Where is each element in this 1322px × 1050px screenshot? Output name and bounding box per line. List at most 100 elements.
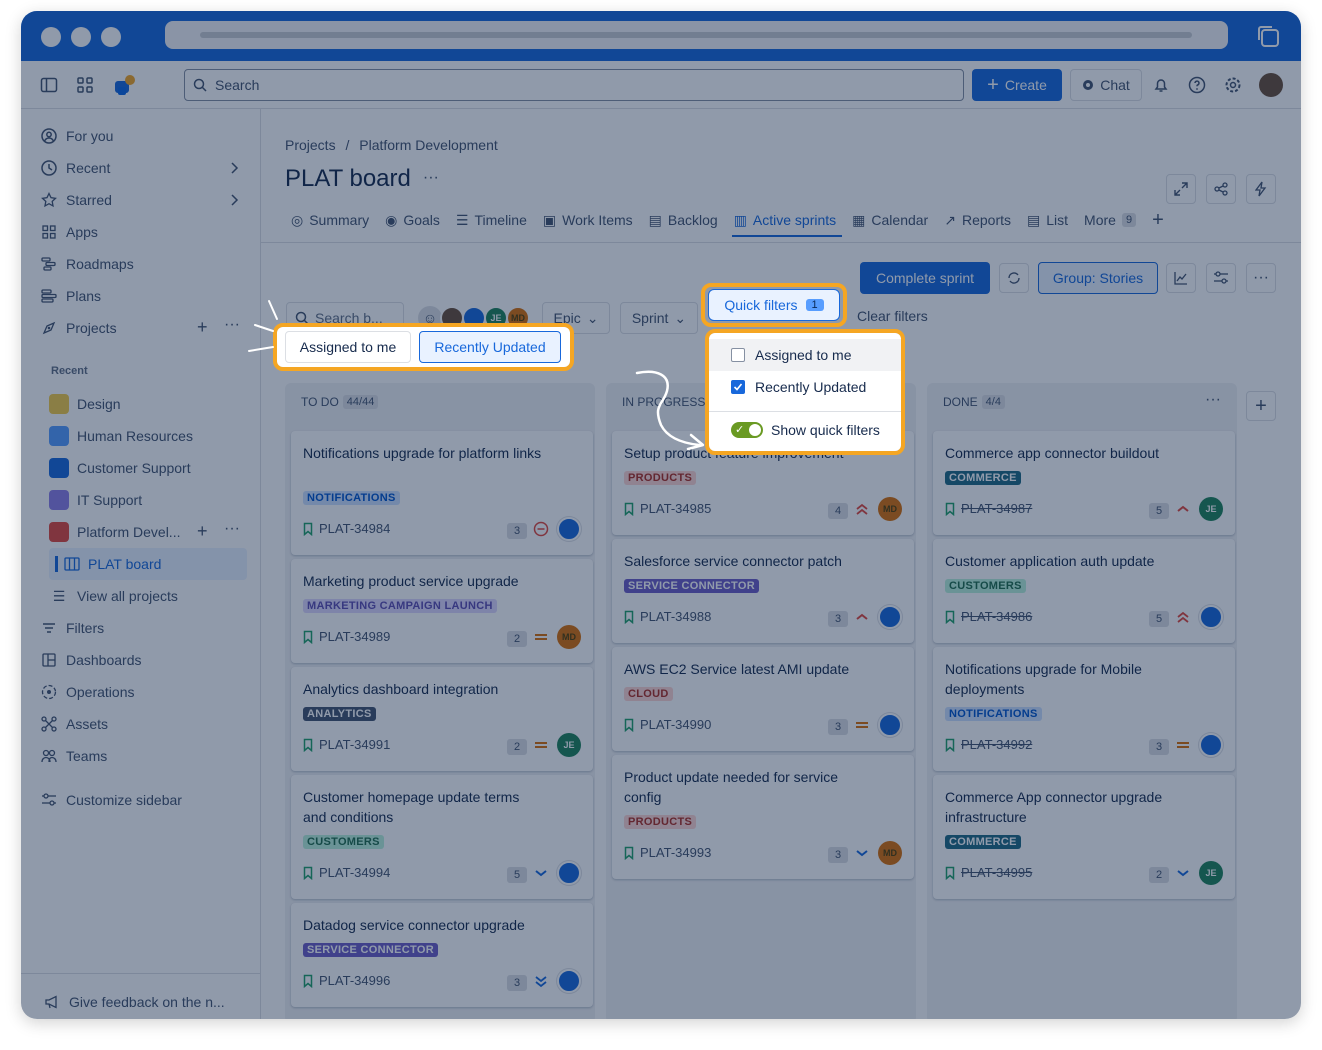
- card-key[interactable]: PLAT-34986: [945, 609, 1032, 624]
- sidebar-project-platform-development[interactable]: Platform Devel... + ···: [49, 518, 249, 546]
- sidebar-project-human-resources[interactable]: Human Resources: [49, 422, 249, 450]
- tab-timeline[interactable]: ☰ Timeline: [450, 205, 537, 235]
- assignee-avatar[interactable]: JE: [1199, 861, 1223, 885]
- tab-more[interactable]: More 9: [1078, 205, 1146, 235]
- sidebar-project-design[interactable]: Design: [49, 390, 249, 418]
- add-project-icon[interactable]: +: [197, 317, 208, 338]
- assignee-avatar[interactable]: [878, 605, 902, 629]
- sync-button[interactable]: [999, 263, 1029, 293]
- add-icon[interactable]: +: [197, 521, 208, 542]
- issue-card[interactable]: Customer homepage update terms and condi…: [291, 775, 593, 899]
- quick-filters-button[interactable]: Quick filters 1: [708, 289, 840, 321]
- app-switcher-icon[interactable]: [75, 75, 95, 95]
- automation-button[interactable]: [1246, 174, 1276, 204]
- create-button[interactable]: + Create: [972, 69, 1062, 101]
- checkbox-unchecked-icon[interactable]: [731, 348, 745, 362]
- tab-work-items[interactable]: ▣ Work Items: [537, 205, 643, 235]
- issue-card[interactable]: Product update needed for service config…: [612, 755, 914, 879]
- dropdown-toggle-row[interactable]: ✓ Show quick filters: [709, 413, 901, 447]
- issue-card[interactable]: Notifications upgrade for Mobile deploym…: [933, 647, 1235, 771]
- more-actions-button[interactable]: ···: [1246, 263, 1276, 293]
- group-by-button[interactable]: Group: Stories: [1038, 262, 1158, 294]
- card-key[interactable]: PLAT-34995: [945, 865, 1032, 880]
- notifications-bell-icon[interactable]: [1151, 75, 1171, 95]
- card-key[interactable]: PLAT-34985: [624, 501, 711, 516]
- assignee-avatar[interactable]: MD: [878, 841, 902, 865]
- breadcrumb-project[interactable]: Platform Development: [359, 137, 498, 153]
- more-options-icon[interactable]: ···: [224, 316, 240, 334]
- sidebar-item-roadmaps[interactable]: Roadmaps: [21, 249, 261, 279]
- assignee-avatar[interactable]: MD: [557, 625, 581, 649]
- assignee-avatar[interactable]: [557, 517, 581, 541]
- copy-window-icon[interactable]: [1255, 23, 1281, 49]
- tab-goals[interactable]: ◉ Goals: [379, 205, 450, 235]
- sidebar-item-plat-board[interactable]: PLAT board: [49, 548, 247, 580]
- dropdown-option-assigned[interactable]: Assigned to me: [709, 339, 901, 371]
- sidebar-item-for-you[interactable]: For you: [21, 121, 261, 151]
- sidebar-item-plans[interactable]: Plans: [21, 281, 261, 311]
- issue-card[interactable]: AWS EC2 Service latest AMI update CLOUD PL…: [612, 647, 914, 751]
- card-key[interactable]: PLAT-34993: [624, 845, 711, 860]
- assignee-avatar[interactable]: [878, 713, 902, 737]
- card-key[interactable]: PLAT-34988: [624, 609, 711, 624]
- sidebar-item-teams[interactable]: Teams: [21, 741, 261, 771]
- tab-calendar[interactable]: ▦ Calendar: [846, 205, 938, 235]
- tab-backlog[interactable]: ▤ Backlog: [643, 205, 728, 235]
- help-icon[interactable]: [1187, 75, 1207, 95]
- card-key[interactable]: PLAT-34987: [945, 501, 1032, 516]
- card-key[interactable]: PLAT-34991: [303, 737, 390, 752]
- tab-summary[interactable]: ◎ Summary: [285, 205, 379, 235]
- sidebar-item-operations[interactable]: Operations: [21, 677, 261, 707]
- checkbox-checked-icon[interactable]: [731, 380, 745, 394]
- add-column-button[interactable]: +: [1246, 391, 1276, 421]
- sidebar-project-customer-support[interactable]: Customer Support: [49, 454, 249, 482]
- issue-card[interactable]: Customer application auth update CUSTOMER…: [933, 539, 1235, 643]
- tab-active-sprints[interactable]: ▥ Active sprints: [728, 205, 846, 237]
- issue-card[interactable]: Datadog service connector upgrade SERVICE…: [291, 903, 593, 1007]
- assignee-avatar[interactable]: [1199, 605, 1223, 629]
- tab-list[interactable]: ▤ List: [1021, 205, 1078, 235]
- assignee-avatar[interactable]: JE: [1199, 497, 1223, 521]
- toggle-switch[interactable]: ✓: [731, 422, 763, 438]
- issue-card[interactable]: Commerce app connector buildout COMMERCE P…: [933, 431, 1235, 535]
- card-key[interactable]: PLAT-34996: [303, 973, 390, 988]
- sidebar-item-recent[interactable]: Recent: [21, 153, 261, 183]
- breadcrumb-projects[interactable]: Projects: [285, 137, 336, 153]
- issue-card[interactable]: Marketing product service upgrade MARKETI…: [291, 559, 593, 663]
- sidebar-item-starred[interactable]: Starred: [21, 185, 261, 215]
- clear-filters-button[interactable]: Clear filters: [857, 308, 928, 324]
- sidebar-item-apps[interactable]: Apps: [21, 217, 261, 247]
- card-key[interactable]: PLAT-34989: [303, 629, 390, 644]
- address-bar[interactable]: [165, 21, 1228, 49]
- view-settings-button[interactable]: [1206, 263, 1236, 293]
- assignee-avatar[interactable]: [557, 861, 581, 885]
- tab-reports[interactable]: ↗ Reports: [938, 205, 1021, 235]
- card-key[interactable]: PLAT-34994: [303, 865, 390, 880]
- chip-recently-updated[interactable]: Recently Updated: [419, 331, 561, 363]
- issue-card[interactable]: Analytics dashboard integration ANALYTICS…: [291, 667, 593, 771]
- sidebar-view-all-projects[interactable]: ☰ View all projects: [49, 582, 249, 610]
- jira-logo-icon[interactable]: [111, 71, 139, 99]
- title-more-icon[interactable]: ···: [423, 169, 439, 186]
- window-close-dot[interactable]: [41, 27, 61, 47]
- sidebar-item-projects[interactable]: Projects + ···: [21, 313, 261, 343]
- add-tab-icon[interactable]: +: [1146, 205, 1174, 235]
- complete-sprint-button[interactable]: Complete sprint: [860, 262, 990, 294]
- sidebar-item-dashboards[interactable]: Dashboards: [21, 645, 261, 675]
- issue-card[interactable]: Commerce App connector upgrade infrastru…: [933, 775, 1235, 899]
- chat-button[interactable]: Chat: [1070, 69, 1142, 101]
- assignee-avatar[interactable]: [557, 969, 581, 993]
- global-search-input[interactable]: Search: [184, 69, 964, 101]
- sprint-filter-button[interactable]: Sprint ⌄: [620, 302, 698, 334]
- issue-card[interactable]: Notifications upgrade for platform links…: [291, 431, 593, 555]
- card-key[interactable]: PLAT-34984: [303, 521, 390, 536]
- insights-button[interactable]: [1166, 263, 1196, 293]
- dropdown-option-recent[interactable]: Recently Updated: [709, 371, 901, 403]
- sidebar-toggle-icon[interactable]: [39, 75, 59, 95]
- more-options-icon[interactable]: ···: [224, 520, 240, 538]
- sidebar-item-assets[interactable]: Assets: [21, 709, 261, 739]
- share-button[interactable]: [1206, 174, 1236, 204]
- window-minimize-dot[interactable]: [71, 27, 91, 47]
- sidebar-customize[interactable]: Customize sidebar: [21, 785, 261, 815]
- settings-gear-icon[interactable]: [1223, 75, 1243, 95]
